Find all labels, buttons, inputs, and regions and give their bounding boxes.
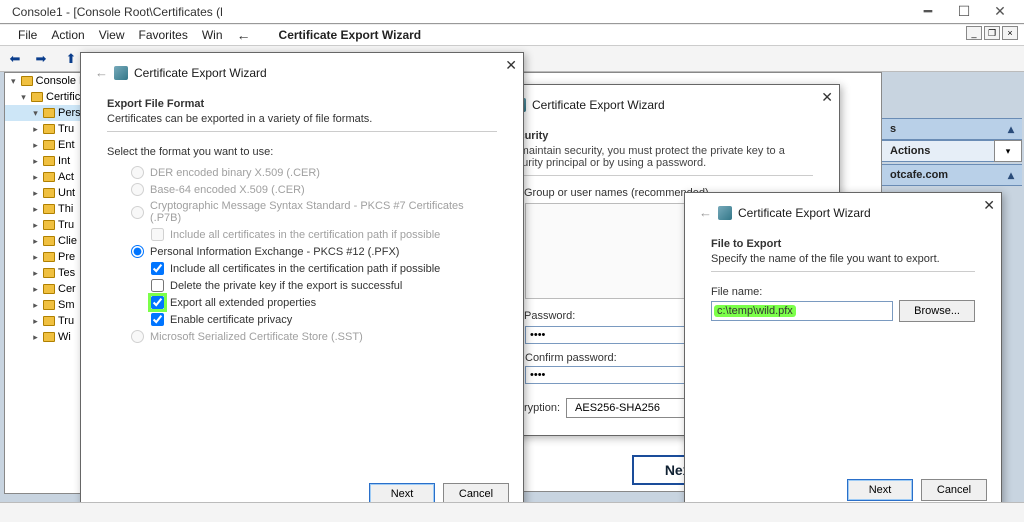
- chk-pfx-delete[interactable]: Delete the private key if the export is …: [107, 279, 497, 292]
- mdi-restore[interactable]: ❐: [984, 26, 1000, 40]
- menu-favorites[interactable]: Favorites: [139, 28, 188, 42]
- wizard1-title: Certificate Export Wizard: [134, 66, 267, 80]
- chk-pfx-privacy[interactable]: Enable certificate privacy: [107, 313, 497, 326]
- tree-cert[interactable]: ▾Certific: [5, 89, 87, 105]
- wizard3-title: Certificate Export Wizard: [738, 206, 871, 220]
- wizard-back-icon[interactable]: ←: [95, 65, 108, 80]
- tree-item[interactable]: ▸Tru: [5, 217, 87, 233]
- window-title: Console1 - [Console Root\Certificates (l: [12, 5, 223, 19]
- close-icon[interactable]: ✕: [821, 89, 833, 106]
- tree-item[interactable]: ▸Act: [5, 169, 87, 185]
- chk-pfx-extended[interactable]: Export all extended properties: [107, 296, 497, 309]
- wizard-format: ✕ ← Certificate Export Wizard Export Fil…: [80, 52, 524, 516]
- menu-file[interactable]: File: [18, 28, 37, 42]
- file-name-input[interactable]: c:\temp\wild.pfx: [711, 301, 893, 321]
- scroll-control[interactable]: ▾: [994, 140, 1022, 162]
- wizard-file: ✕ ← Certificate Export Wizard File to Ex…: [684, 192, 1002, 512]
- tree-item[interactable]: ▸Thi: [5, 201, 87, 217]
- folder-icon: [21, 76, 33, 86]
- panel-strip-1[interactable]: s▴: [882, 118, 1022, 140]
- radio-pfx[interactable]: Personal Information Exchange - PKCS #12…: [107, 245, 497, 258]
- chk-p7b-incl: Include all certificates in the certific…: [107, 228, 497, 241]
- close-icon[interactable]: ✕: [505, 57, 517, 74]
- panel-strip-domain[interactable]: otcafe.com▴: [882, 164, 1022, 186]
- browse-button[interactable]: Browse...: [899, 300, 975, 322]
- folder-icon: [43, 108, 55, 118]
- wizard1-prompt: Select the format you want to use:: [107, 146, 497, 158]
- tree-item[interactable]: ▸Int: [5, 153, 87, 169]
- wizard-icon: [718, 206, 732, 220]
- tree-item[interactable]: ▸Ent: [5, 137, 87, 153]
- wizard3-heading: File to Export: [711, 238, 975, 250]
- mdi-minimize[interactable]: _: [966, 26, 982, 40]
- wizard2-heading: Security: [505, 130, 813, 142]
- minimize-button[interactable]: ━: [910, 0, 946, 24]
- radio-sst: Microsoft Serialized Certificate Store (…: [107, 330, 497, 343]
- maximize-button[interactable]: ☐: [946, 0, 982, 24]
- wizard3-sub: Specify the name of the file you want to…: [711, 253, 975, 265]
- tree-item[interactable]: ▸Tes: [5, 265, 87, 281]
- status-bar: [0, 502, 1024, 522]
- wizard-breadcrumb: Certificate Export Wizard: [279, 28, 422, 42]
- file-name-value: c:\temp\wild.pfx: [714, 305, 796, 317]
- tree-item[interactable]: ▸Tru: [5, 313, 87, 329]
- wizard2-title: Certificate Export Wizard: [532, 98, 665, 112]
- nav-back-icon[interactable]: ⬅: [4, 49, 26, 69]
- chk-pfx-include[interactable]: Include all certificates in the certific…: [107, 262, 497, 275]
- tree-pane: ▾Console R ▾Certific ▾Pers ▸Tru▸Ent▸Int▸…: [4, 72, 88, 494]
- menubar: File Action View Favorites Win ← Certifi…: [0, 24, 1024, 46]
- tree-item[interactable]: ▸Unt: [5, 185, 87, 201]
- tree-item[interactable]: ▸Cer: [5, 281, 87, 297]
- collapse-icon: ▴: [1008, 122, 1014, 136]
- main-titlebar: Console1 - [Console Root\Certificates (l…: [0, 0, 1024, 24]
- wizard2-sub: To maintain security, you must protect t…: [505, 145, 805, 169]
- nav-up-icon[interactable]: ⬆: [60, 49, 82, 69]
- close-icon[interactable]: ✕: [983, 197, 995, 214]
- radio-der: DER encoded binary X.509 (.CER): [107, 166, 497, 179]
- wizard3-cancel-button[interactable]: Cancel: [921, 479, 987, 501]
- tree-root[interactable]: ▾Console R: [5, 73, 87, 89]
- menu-view[interactable]: View: [99, 28, 125, 42]
- radio-p7b: Cryptographic Message Syntax Standard - …: [107, 200, 497, 224]
- chevron-down-icon: ▾: [1006, 146, 1011, 157]
- menu-win[interactable]: Win: [202, 28, 223, 42]
- tree-item[interactable]: ▸Clie: [5, 233, 87, 249]
- wizard-back-icon[interactable]: ←: [699, 205, 712, 220]
- wizard-icon: [114, 66, 128, 80]
- wizard1-heading: Export File Format: [107, 98, 497, 110]
- tree-item[interactable]: ▸Wi: [5, 329, 87, 345]
- menu-action[interactable]: Action: [51, 28, 84, 42]
- tree-item[interactable]: ▸Sm: [5, 297, 87, 313]
- back-arrow-icon[interactable]: ←: [237, 27, 251, 43]
- nav-fwd-icon[interactable]: ➡: [30, 49, 52, 69]
- tree-item[interactable]: ▸Pre: [5, 249, 87, 265]
- wizard3-next-button[interactable]: Next: [847, 479, 913, 501]
- collapse-icon: ▴: [1008, 168, 1014, 182]
- mdi-close[interactable]: ×: [1002, 26, 1018, 40]
- radio-b64: Base-64 encoded X.509 (.CER): [107, 183, 497, 196]
- mdi-controls: _ ❐ ×: [966, 26, 1018, 40]
- tree-item[interactable]: ▸Tru: [5, 121, 87, 137]
- folder-icon: [31, 92, 43, 102]
- tree-personal[interactable]: ▾Pers: [5, 105, 87, 121]
- close-button[interactable]: ✕: [982, 0, 1018, 24]
- file-label: File name:: [711, 286, 975, 298]
- wizard1-sub: Certificates can be exported in a variet…: [107, 113, 497, 125]
